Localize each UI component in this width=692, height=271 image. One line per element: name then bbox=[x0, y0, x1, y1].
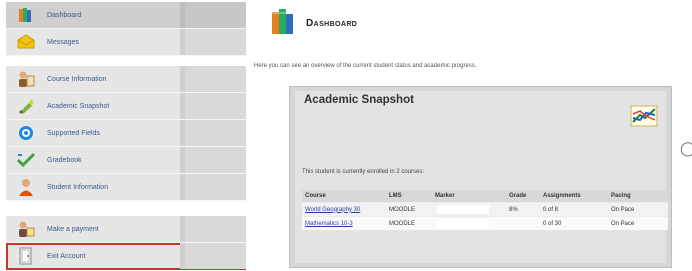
sidebar-group-top: Dashboard Messages bbox=[6, 2, 246, 56]
course-cell: Mathematics 10-3 bbox=[302, 216, 386, 230]
page-title: Dashboard bbox=[306, 17, 358, 29]
redacted-marker bbox=[437, 205, 489, 214]
assignments-cell: 0 of 8 bbox=[540, 202, 608, 217]
sidebar-stripe bbox=[180, 2, 246, 28]
sidebar-item-label: Exit Account bbox=[47, 252, 86, 260]
chart-icon bbox=[630, 105, 658, 132]
redacted-marker bbox=[437, 219, 489, 228]
column-header: Pacing bbox=[608, 190, 668, 203]
sidebar-stripe bbox=[180, 216, 246, 242]
dashboard-logo-icon bbox=[270, 6, 296, 41]
student-information-icon bbox=[15, 177, 37, 197]
sidebar-item-academic-snapshot[interactable]: Academic Snapshot bbox=[6, 93, 246, 120]
table-row: Mathematics 10-3 MOODLE 0 of 30 On Pace bbox=[302, 216, 668, 230]
column-header: Course bbox=[302, 190, 386, 203]
sidebar-stripe bbox=[180, 93, 246, 119]
page-header: Dashboard bbox=[270, 6, 357, 40]
sidebar-group-bottom: Make a payment Exit Account bbox=[6, 216, 246, 270]
course-information-icon bbox=[15, 69, 37, 89]
lms-cell: MOODLE bbox=[386, 202, 432, 217]
pacing-cell: On Pace bbox=[608, 216, 668, 230]
column-header: Assignments bbox=[540, 190, 608, 203]
sidebar-item-label: Dashboard bbox=[47, 11, 82, 19]
table-header-row: Course LMS Marker Grade Assignments Paci… bbox=[302, 190, 668, 203]
courses-table: Course LMS Marker Grade Assignments Paci… bbox=[302, 190, 668, 230]
sidebar-stripe bbox=[180, 147, 246, 173]
sidebar-stripe bbox=[180, 29, 246, 55]
gradebook-icon bbox=[15, 150, 37, 170]
sidebar-item-make-a-payment[interactable]: Make a payment bbox=[6, 216, 246, 243]
dashboard-book-icon bbox=[15, 5, 37, 25]
assignments-cell: 0 of 30 bbox=[540, 216, 608, 230]
enrollment-text: This student is currently enrolled in 2 … bbox=[302, 169, 425, 175]
panel-body: Academic Snapshot This student is curren… bbox=[295, 91, 668, 263]
column-header: Grade bbox=[506, 190, 540, 203]
sidebar-stripe bbox=[180, 174, 246, 200]
sidebar-item-label: Student Information bbox=[47, 183, 109, 191]
sidebar-item-dashboard[interactable]: Dashboard bbox=[6, 2, 246, 29]
sidebar-stripe bbox=[180, 66, 246, 92]
sidebar-stripe bbox=[180, 120, 246, 146]
sidebar-group-middle: Course Information Academic Snapshot Sup… bbox=[6, 66, 246, 201]
panel-title: Academic Snapshot bbox=[304, 94, 414, 106]
sidebar-item-course-information[interactable]: Course Information bbox=[6, 66, 246, 93]
sidebar-item-label: Academic Snapshot bbox=[47, 102, 110, 110]
supported-fields-icon bbox=[15, 123, 37, 143]
course-cell: World Geography 30 bbox=[302, 202, 386, 217]
sidebar-item-label: Course Information bbox=[47, 75, 107, 83]
grade-cell: 8% bbox=[506, 202, 540, 217]
sidebar-item-messages[interactable]: Messages bbox=[6, 29, 246, 56]
sidebar: Dashboard Messages Course Information Ac… bbox=[0, 0, 248, 271]
sidebar-item-label: Supported Fields bbox=[47, 129, 100, 137]
sidebar-item-label: Messages bbox=[47, 38, 79, 46]
grade-cell bbox=[506, 216, 540, 230]
pacing-cell: On Pace bbox=[608, 202, 668, 217]
sidebar-item-label: Make a payment bbox=[47, 225, 99, 233]
table-row: World Geography 30 MOODLE 8% 0 of 8 On P… bbox=[302, 202, 668, 217]
sidebar-item-supported-fields[interactable]: Supported Fields bbox=[6, 120, 246, 147]
lms-cell: MOODLE bbox=[386, 216, 432, 230]
column-header: LMS bbox=[386, 190, 432, 203]
exit-door-icon bbox=[15, 246, 37, 266]
sidebar-item-label: Gradebook bbox=[47, 156, 82, 164]
academic-snapshot-icon bbox=[15, 96, 37, 116]
sidebar-item-gradebook[interactable]: Gradebook bbox=[6, 147, 246, 174]
column-header: Marker bbox=[432, 190, 506, 203]
course-link[interactable]: World Geography 30 bbox=[305, 207, 360, 213]
intro-text: Here you can see an overview of the curr… bbox=[254, 63, 477, 69]
messages-envelope-icon bbox=[15, 32, 37, 52]
marker-cell bbox=[432, 202, 506, 217]
course-link[interactable]: Mathematics 10-3 bbox=[305, 221, 353, 227]
sidebar-item-exit-account[interactable]: Exit Account bbox=[6, 243, 246, 270]
partial-cursor-icon: ◯ bbox=[680, 140, 692, 156]
sidebar-stripe bbox=[180, 243, 246, 269]
payment-icon bbox=[15, 219, 37, 239]
academic-snapshot-panel: Academic Snapshot This student is curren… bbox=[289, 86, 672, 268]
sidebar-item-student-information[interactable]: Student Information bbox=[6, 174, 246, 201]
marker-cell bbox=[432, 216, 506, 230]
